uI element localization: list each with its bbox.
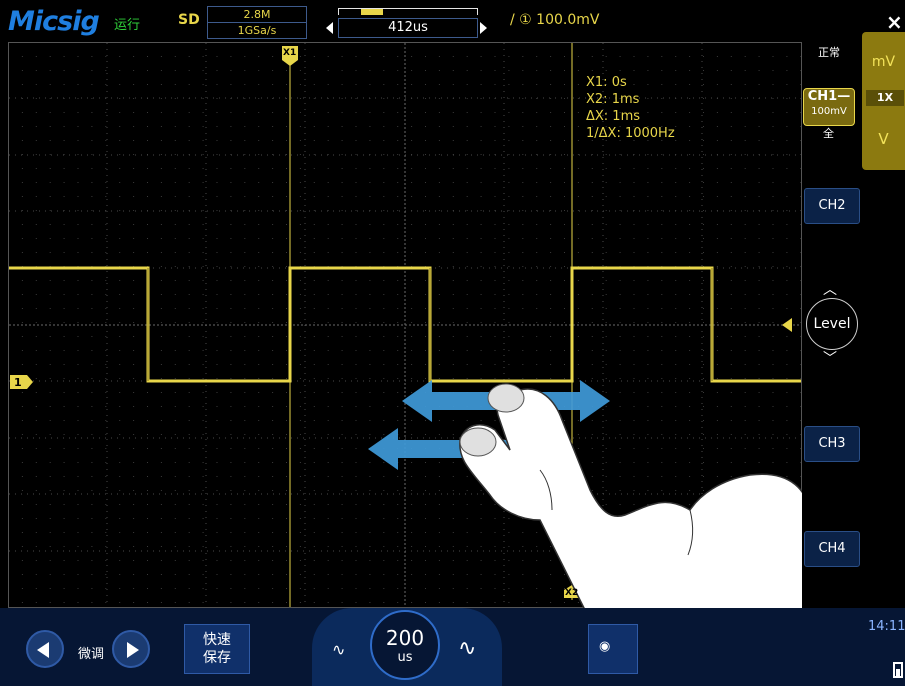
ch1-scale: 100mV [811,106,847,117]
quick-save-line1: 快速 [203,632,231,648]
timebase-decrease-icon[interactable]: ∿ [332,640,345,659]
trigger-mode-label[interactable]: 正常 [818,44,840,60]
camera-icon: ◉ [599,639,611,654]
quick-save-line2: 保存 [203,650,231,666]
chevron-left-icon [37,642,49,658]
capture-button[interactable]: ◉ [588,624,638,674]
ch1-button[interactable]: CH1— 100mV [803,88,855,126]
ch1-name: CH1— [807,89,851,104]
cursor-x1-label: X1 [283,48,297,58]
fine-right-button[interactable] [112,630,150,668]
ch1-bandwidth-label: 全 [823,127,834,140]
timebase-increase-icon[interactable]: ∿ [458,636,476,661]
unit-v-option[interactable]: V [862,130,905,148]
probe-ratio-option[interactable]: 1X [866,90,904,106]
ch4-button[interactable]: CH4 [804,531,860,567]
delta-x-readout: ΔX: 1ms [586,109,641,124]
trigger-level-knob[interactable]: Level [806,298,858,350]
cursor-x2-label: X2 [565,588,579,598]
chevron-right-icon [127,642,139,658]
fine-left-button[interactable] [26,630,64,668]
ch3-button[interactable]: CH3 [804,426,860,462]
chevron-down-icon[interactable]: ﹀ [823,348,837,368]
battery-icon [893,662,903,678]
trigger-level-marker[interactable] [782,318,792,332]
waveform-overlay [9,43,836,686]
x1-readout: X1: 0s [586,75,627,90]
unit-mv-option[interactable]: mV [862,54,905,70]
ch1-marker-label: 1 [14,376,22,389]
timebase-unit: us [397,650,413,665]
cursor-measurement-panel: X1: 0s X2: 1ms ΔX: 1ms 1/ΔX: 1000Hz [586,74,675,142]
system-clock: 14:11 [868,619,905,634]
quick-save-button[interactable]: 快速 保存 [184,624,250,674]
chevron-up-icon[interactable]: ︿ [823,279,837,299]
ch1-unit-panel[interactable]: mV 1X V [862,32,905,170]
x2-readout: X2: 1ms [586,92,640,107]
frequency-readout: 1/ΔX: 1000Hz [586,126,675,141]
oscilloscope-screen: Micsig 运行 SD 2.8M 1GSa/s 412us / ① 100.0… [0,0,905,686]
ch2-button[interactable]: CH2 [804,188,860,224]
timebase-value: 200 [385,626,425,650]
fine-adjust-label: 微调 [78,647,105,662]
